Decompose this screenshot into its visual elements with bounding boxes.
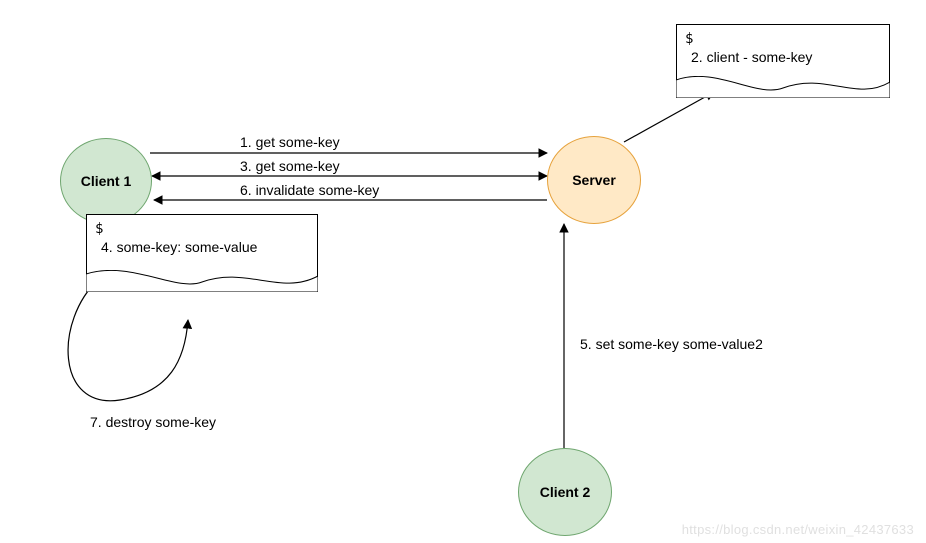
note-server-body: 2. client - some-key: [685, 47, 881, 65]
label-edge-5: 5. set some-key some-value2: [580, 336, 763, 352]
label-edge-3: 3. get some-key: [240, 158, 340, 174]
node-server-label: Server: [572, 172, 616, 188]
label-edge-6: 6. invalidate some-key: [240, 182, 379, 198]
note-server-wave: [676, 76, 890, 98]
note-client-1: $ 4. some-key: some-value: [86, 214, 318, 292]
diagram-stage: Client 1 Server Client 2 $ 2. client - s…: [0, 0, 926, 543]
label-edge-1: 1. get some-key: [240, 134, 340, 150]
edge-destroy-7: [68, 280, 188, 401]
node-client-1-label: Client 1: [81, 173, 132, 189]
note-server-prompt: $: [685, 31, 881, 47]
node-server: Server: [547, 136, 641, 224]
label-edge-7: 7. destroy some-key: [90, 414, 216, 430]
node-client-2: Client 2: [518, 448, 612, 536]
watermark: https://blog.csdn.net/weixin_42437633: [682, 522, 914, 537]
note-server: $ 2. client - some-key: [676, 24, 890, 98]
note-client1-wave: [86, 270, 318, 292]
node-client-2-label: Client 2: [540, 484, 591, 500]
edge-server-to-note: [624, 92, 714, 142]
node-client-1: Client 1: [60, 138, 152, 224]
note-client1-prompt: $: [95, 221, 309, 237]
note-client1-body: 4. some-key: some-value: [95, 237, 309, 255]
